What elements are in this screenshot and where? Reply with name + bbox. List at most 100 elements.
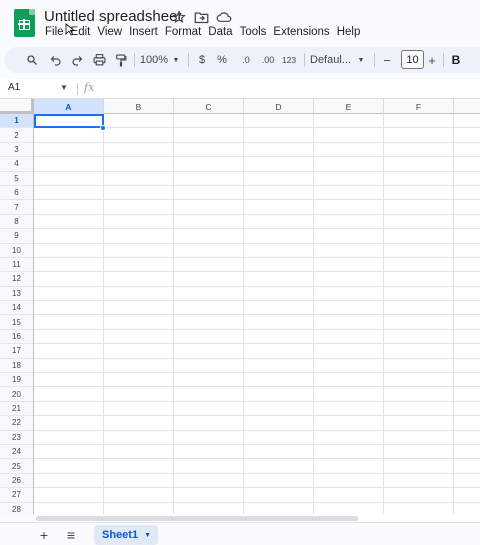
cell[interactable] <box>314 315 384 330</box>
cell[interactable] <box>174 459 244 474</box>
cell[interactable] <box>384 200 454 215</box>
cell[interactable] <box>34 502 104 514</box>
sheets-logo-icon[interactable] <box>14 9 35 37</box>
chevron-down-icon[interactable]: ▼ <box>144 532 151 539</box>
cell[interactable] <box>244 301 314 316</box>
row-header-25[interactable]: 25 <box>0 459 33 474</box>
cell[interactable] <box>244 272 314 287</box>
cell[interactable] <box>314 401 384 417</box>
cell[interactable] <box>104 142 174 158</box>
cell[interactable] <box>34 416 104 431</box>
cell[interactable] <box>454 359 480 374</box>
row-header-13[interactable]: 13 <box>0 287 33 302</box>
cell[interactable] <box>314 488 384 503</box>
column-header-e[interactable]: E <box>314 99 384 114</box>
cell[interactable] <box>174 114 244 129</box>
cell[interactable] <box>34 315 104 330</box>
cell[interactable] <box>314 200 384 215</box>
decrease-font-size-button[interactable]: − <box>380 50 394 70</box>
cell[interactable] <box>174 286 244 302</box>
row-header-8[interactable]: 8 <box>0 215 33 230</box>
cell[interactable] <box>34 243 104 258</box>
menu-help[interactable]: Help <box>336 26 366 42</box>
menu-format[interactable]: Format <box>164 26 206 42</box>
cell[interactable] <box>34 430 104 445</box>
cell[interactable] <box>384 185 454 201</box>
cell[interactable] <box>174 473 244 489</box>
select-all-corner[interactable] <box>0 99 34 114</box>
cell[interactable] <box>454 114 480 129</box>
cell[interactable] <box>174 387 244 402</box>
cell[interactable] <box>454 128 480 143</box>
cell[interactable] <box>384 387 454 402</box>
cell[interactable] <box>34 459 104 474</box>
cell[interactable] <box>314 329 384 345</box>
more-formats-button[interactable]: 123 <box>280 50 298 70</box>
cell[interactable] <box>384 214 454 230</box>
cell[interactable] <box>454 172 480 186</box>
cell[interactable] <box>384 444 454 460</box>
row-header-28[interactable]: 28 <box>0 503 33 514</box>
cell[interactable] <box>314 301 384 316</box>
cell[interactable] <box>104 459 174 474</box>
cell[interactable] <box>104 502 174 514</box>
print-icon[interactable] <box>91 50 107 70</box>
cell[interactable] <box>454 330 480 345</box>
cell[interactable] <box>174 301 244 316</box>
cell[interactable] <box>104 329 174 345</box>
cell[interactable] <box>104 128 174 143</box>
cell[interactable] <box>174 142 244 158</box>
cell[interactable] <box>34 488 104 503</box>
cell[interactable] <box>314 444 384 460</box>
cell[interactable] <box>244 128 314 143</box>
sheet-tab[interactable]: Sheet1 ▼ <box>94 525 158 545</box>
menu-extensions[interactable]: Extensions <box>272 26 334 42</box>
cell[interactable] <box>104 243 174 258</box>
cell[interactable] <box>314 373 384 388</box>
row-header-12[interactable]: 12 <box>0 272 33 287</box>
decrease-decimal-button[interactable]: .0 <box>238 50 254 70</box>
cell[interactable] <box>104 488 174 503</box>
cell[interactable] <box>34 214 104 230</box>
cell[interactable] <box>174 358 244 374</box>
cell[interactable] <box>34 128 104 143</box>
cell[interactable] <box>34 344 104 359</box>
cell[interactable] <box>244 502 314 514</box>
row-header-17[interactable]: 17 <box>0 344 33 359</box>
cell[interactable] <box>244 229 314 244</box>
cell[interactable] <box>104 430 174 445</box>
column-header-d[interactable]: D <box>244 99 314 114</box>
cell[interactable] <box>314 416 384 431</box>
cell[interactable] <box>244 286 314 302</box>
cell[interactable] <box>454 373 480 388</box>
cell[interactable] <box>104 358 174 374</box>
cell[interactable] <box>174 272 244 287</box>
cell[interactable] <box>174 488 244 503</box>
row-header-14[interactable]: 14 <box>0 301 33 316</box>
cell[interactable] <box>454 301 480 316</box>
cell[interactable] <box>244 358 314 374</box>
cell[interactable] <box>244 315 314 330</box>
row-header-24[interactable]: 24 <box>0 445 33 460</box>
cell[interactable] <box>34 373 104 388</box>
cell[interactable] <box>174 416 244 431</box>
cell[interactable] <box>314 459 384 474</box>
cell[interactable] <box>384 401 454 417</box>
cell[interactable] <box>104 286 174 302</box>
cell[interactable] <box>244 430 314 445</box>
cell[interactable] <box>454 229 480 244</box>
cell[interactable] <box>34 329 104 345</box>
cell[interactable] <box>34 229 104 244</box>
cell[interactable] <box>314 344 384 359</box>
all-sheets-button[interactable]: ≡ <box>63 527 79 543</box>
cell[interactable] <box>244 142 314 158</box>
cell[interactable] <box>174 502 244 514</box>
row-header-16[interactable]: 16 <box>0 330 33 345</box>
cell[interactable] <box>314 358 384 374</box>
cell[interactable] <box>244 114 314 129</box>
cell[interactable] <box>174 430 244 445</box>
row-header-9[interactable]: 9 <box>0 229 33 244</box>
cell[interactable] <box>104 214 174 230</box>
search-menus-icon[interactable] <box>24 50 40 70</box>
cell[interactable] <box>384 243 454 258</box>
